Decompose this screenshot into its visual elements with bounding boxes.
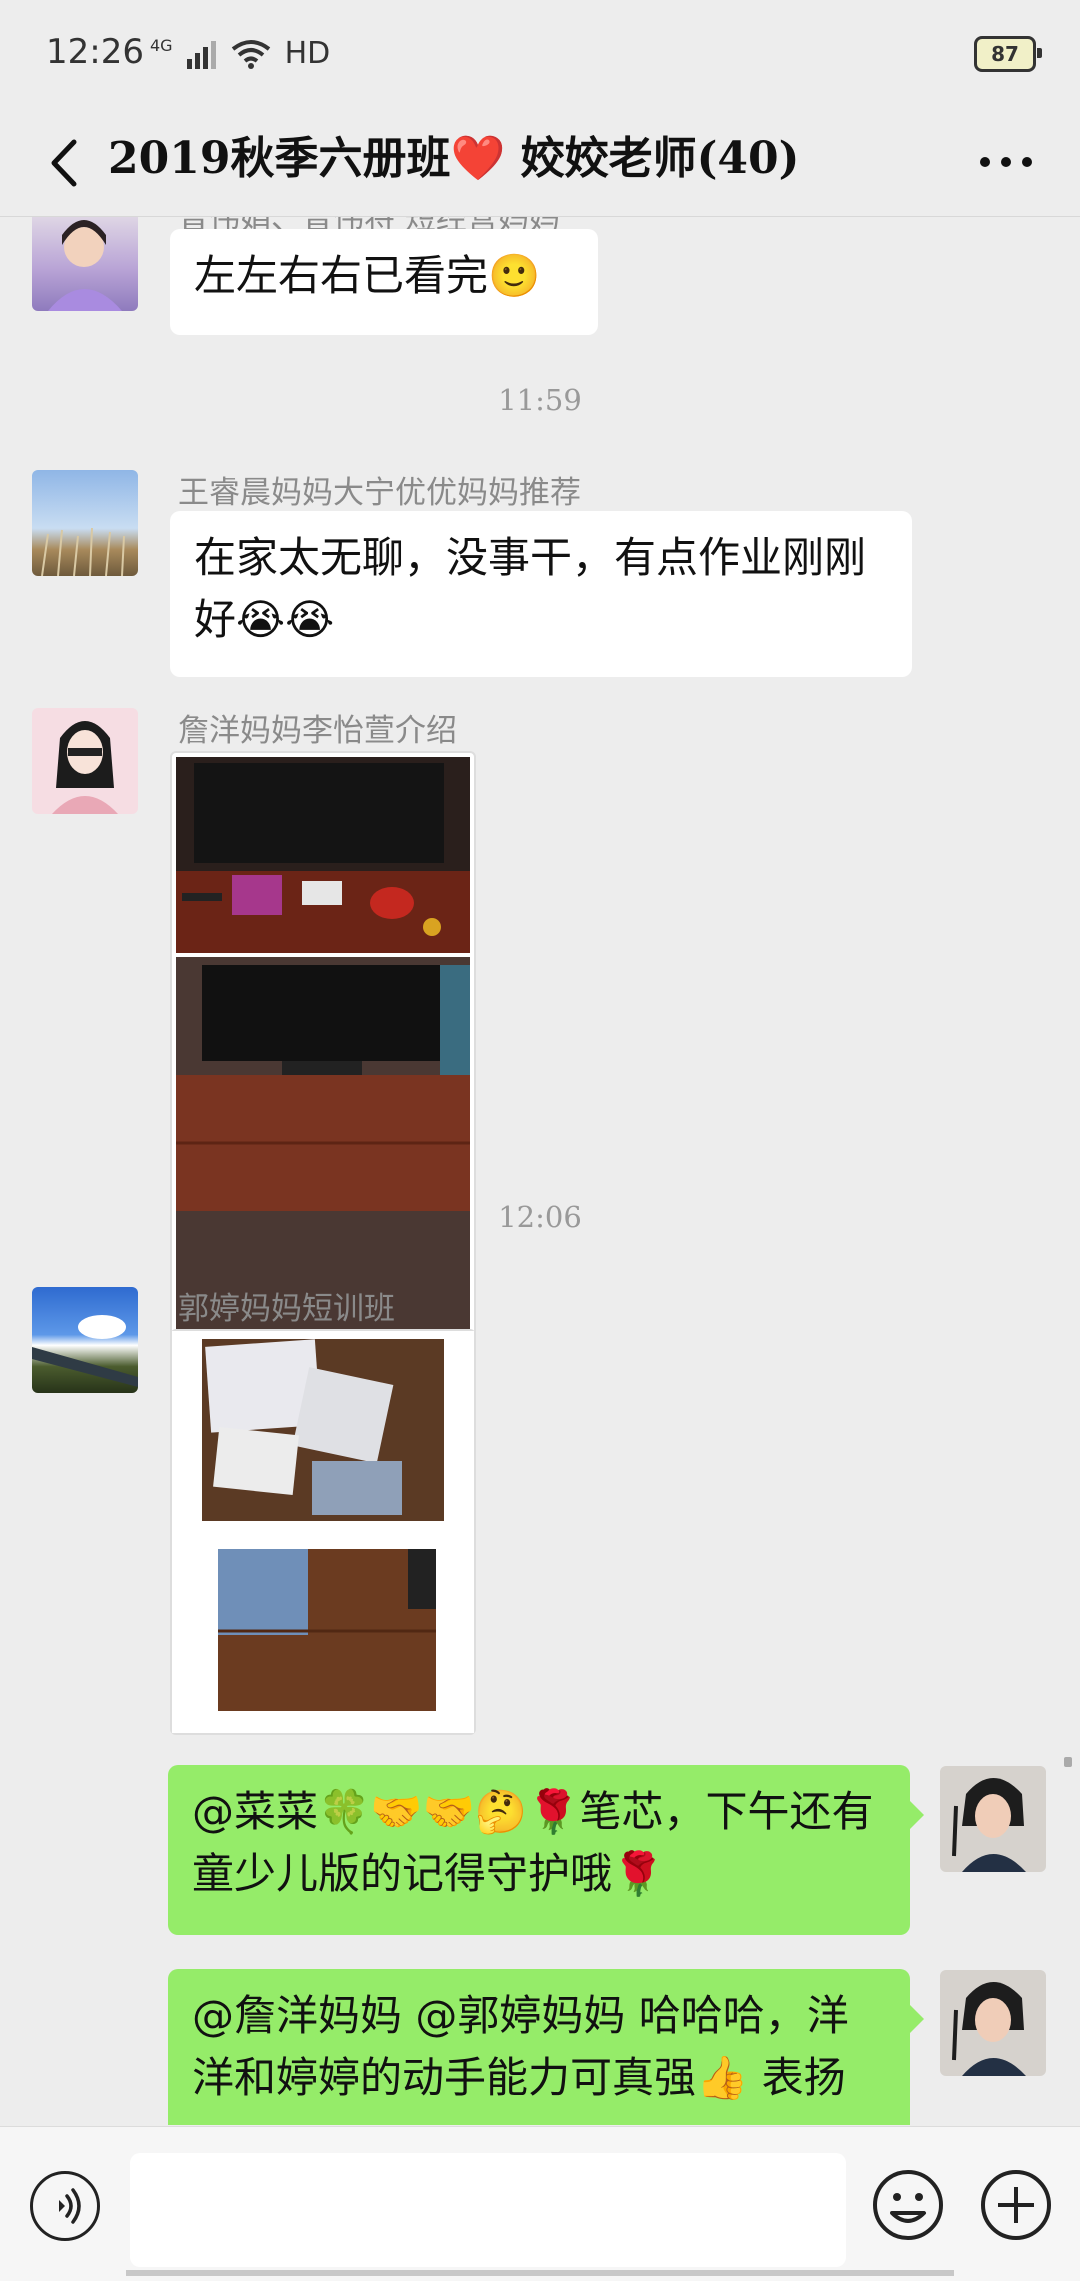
timestamp: 12:06	[498, 1200, 582, 1234]
status-bar: 12:26 4G HD 87	[0, 0, 1080, 110]
timestamp: 11:59	[498, 383, 582, 417]
message-bubble-self[interactable]: @詹洋妈妈 @郭婷妈妈 哈哈哈，洋洋和婷婷的动手能力可真强👍 表扬	[168, 1969, 924, 2125]
avatar-self[interactable]	[940, 1766, 1046, 1872]
avatar-self[interactable]	[940, 1970, 1046, 2076]
input-bar	[0, 2126, 1080, 2281]
message-bubble[interactable]: 在家太无聊，没事干，有点作业刚刚好😭😭	[170, 511, 912, 677]
back-icon	[51, 139, 77, 187]
chat-header: 2019秋季六册班❤️ 姣姣老师(40)	[0, 110, 1080, 217]
image-message[interactable]	[170, 1329, 476, 1735]
more-button[interactable]	[974, 130, 1038, 194]
avatar[interactable]	[32, 217, 138, 311]
sender-name: 郭婷妈妈短训班	[178, 1291, 395, 1327]
photo-homework	[172, 1331, 474, 1733]
chat-message-list[interactable]: 曾伟娟、曾伟将 短经营妈妈 左左右右已看完🙂 11:59 王睿晨妈妈大宁优优妈妈…	[0, 217, 1080, 2125]
status-icons: 4G HD	[150, 36, 330, 71]
bottom-indicator	[126, 2270, 954, 2276]
battery-icon: 87	[974, 36, 1042, 72]
emoji-button[interactable]	[870, 2167, 946, 2243]
message-bubble[interactable]: 左左右右已看完🙂	[170, 229, 598, 335]
plus-icon	[981, 2170, 1051, 2240]
avatar[interactable]	[32, 470, 138, 576]
avatar[interactable]	[32, 708, 138, 814]
voice-icon	[59, 2188, 81, 2224]
network-icon: 4G	[150, 36, 173, 55]
message-bubble-self[interactable]: @菜菜🍀🤝🤝🤔🌹笔芯，下午还有童少儿版的记得守护哦🌹	[168, 1765, 924, 1935]
hd-label: HD	[284, 36, 331, 71]
image-message[interactable]	[170, 751, 476, 1369]
back-button[interactable]	[38, 128, 88, 198]
scrollbar[interactable]	[1064, 1757, 1072, 1767]
battery-level: 87	[991, 42, 1019, 66]
signal-icon	[186, 40, 216, 69]
photo-tv-stand	[176, 757, 470, 1363]
avatar[interactable]	[32, 1287, 138, 1393]
plus-button[interactable]	[978, 2167, 1054, 2243]
sender-name: 詹洋妈妈李怡萱介绍	[178, 713, 457, 749]
chat-title: 2019秋季六册班❤️ 姣姣老师(40)	[108, 133, 800, 184]
status-time: 12:26	[46, 32, 144, 72]
more-icon	[980, 157, 1032, 167]
sender-name: 王睿晨妈妈大宁优优妈妈推荐	[178, 475, 581, 511]
message-input[interactable]	[130, 2153, 846, 2267]
voice-button[interactable]	[30, 2171, 100, 2241]
emoji-icon	[873, 2170, 943, 2240]
wifi-icon	[231, 39, 270, 69]
